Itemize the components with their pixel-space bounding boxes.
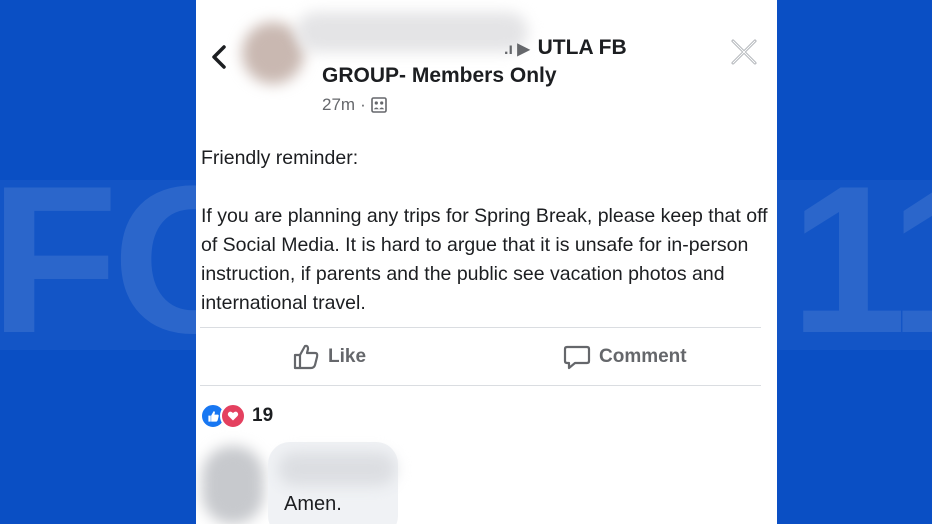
- facebook-post-screenshot: .ı ▶ UTLA FB GROUP- Members Only 27m · Fr…: [196, 0, 777, 524]
- chevron-left-icon: [212, 45, 226, 69]
- post-body: Friendly reminder: If you are planning a…: [201, 144, 769, 318]
- group-name-text: UTLA FB: [537, 36, 627, 59]
- reaction-count: 19: [252, 405, 274, 426]
- group-arrow-separator: .ı ▶: [504, 41, 530, 58]
- group-name-line2[interactable]: GROUP- Members Only: [322, 64, 557, 88]
- back-button[interactable]: [202, 40, 236, 74]
- comment-label: Comment: [599, 346, 687, 367]
- comment-button[interactable]: Comment: [563, 340, 687, 374]
- poster-avatar[interactable]: [242, 22, 304, 84]
- thumbs-up-icon: [293, 344, 319, 370]
- close-icon: [731, 39, 757, 65]
- post-meta: 27m ·: [322, 95, 387, 115]
- close-button[interactable]: [724, 32, 764, 72]
- comment-text: Amen.: [284, 493, 342, 515]
- post-timestamp[interactable]: 27m: [322, 95, 355, 115]
- watermark-right-text: 11: [790, 180, 932, 350]
- meta-separator: ·: [360, 95, 366, 114]
- like-button[interactable]: Like: [292, 340, 366, 374]
- actions-divider-top: [200, 327, 761, 328]
- commenter-avatar[interactable]: [202, 446, 264, 524]
- commenter-name-redacted: [278, 452, 396, 486]
- poster-name-redacted: [296, 12, 528, 52]
- like-label: Like: [328, 346, 367, 367]
- love-reaction-icon: [220, 403, 246, 429]
- actions-divider-bottom: [200, 385, 761, 386]
- reaction-summary[interactable]: 19: [200, 403, 273, 429]
- post-message: If you are planning any trips for Spring…: [201, 205, 768, 314]
- group-audience-icon: [370, 97, 387, 113]
- speech-bubble-icon: [563, 345, 591, 370]
- group-name-line1[interactable]: .ı ▶ UTLA FB: [504, 36, 627, 60]
- post-greeting: Friendly reminder:: [201, 147, 359, 169]
